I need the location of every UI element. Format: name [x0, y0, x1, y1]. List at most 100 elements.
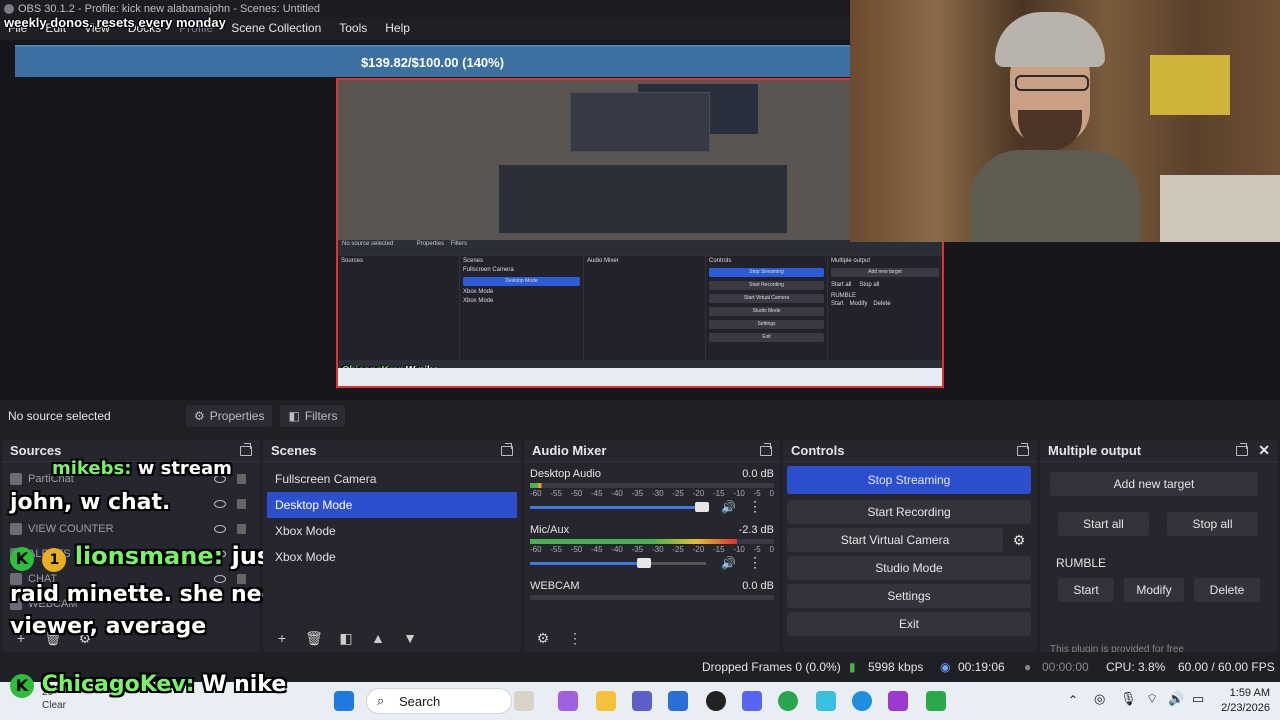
wifi-icon[interactable]: ⌔ — [1146, 691, 1158, 707]
properties-button[interactable]: ⚙ Properties — [186, 405, 273, 427]
mixer-menu-icon[interactable]: ⋮ — [562, 628, 588, 648]
discord-icon[interactable] — [742, 691, 762, 711]
scale-tick: -40 — [611, 489, 623, 498]
chat-user-name: lionsmane: — [74, 542, 224, 570]
edge-icon[interactable] — [852, 691, 872, 711]
add-new-target-button[interactable]: Add new target — [1050, 472, 1258, 496]
meter-scale: -60 -55 -50 -45 -40 -35 -30 -25 -20 -15 -10 -5 0 — [530, 545, 774, 554]
volume-meter-fill — [530, 539, 738, 544]
channel-menu-icon[interactable]: ⋮ — [748, 554, 762, 571]
fader-knob[interactable] — [637, 558, 652, 568]
obs-app-icon — [4, 4, 14, 14]
scale-tick: -60 — [530, 489, 542, 498]
file-explorer-icon[interactable] — [596, 691, 616, 711]
menu-tools[interactable]: Tools — [339, 21, 367, 40]
obs-taskbar-icon[interactable] — [706, 691, 726, 711]
move-down-icon[interactable]: ▼ — [397, 628, 423, 648]
channel-name: WEBCAM — [530, 580, 580, 592]
close-icon[interactable]: ✕ — [1258, 442, 1270, 459]
multiple-output-header: Multiple output ✕ — [1040, 440, 1278, 462]
scene-item[interactable]: Fullscreen Camera — [267, 466, 517, 492]
network-icon[interactable]: ◎ — [1094, 691, 1105, 707]
filter-icon: ◧ — [288, 409, 300, 423]
meter-scale: -60 -55 -50 -45 -40 -35 -30 -25 -20 -15 -10 -5 0 — [530, 489, 774, 498]
scenes-list[interactable]: Fullscreen Camera Desktop Mode Xbox Mode… — [263, 462, 521, 574]
filters-label: Filters — [304, 409, 338, 423]
nested-ctrl-button: Start Virtual Camera — [709, 294, 824, 303]
app-icon-4[interactable] — [926, 691, 946, 711]
volume-fader[interactable]: 🔊 ⋮ — [530, 498, 774, 515]
scene-item-active[interactable]: Desktop Mode — [267, 492, 517, 518]
scenes-dock-header: Scenes — [263, 440, 521, 462]
microphone-icon[interactable]: 🎙 — [1120, 691, 1137, 707]
volume-icon[interactable]: 🔊 — [1168, 691, 1184, 707]
speaker-icon[interactable]: 🔊 — [721, 556, 736, 570]
stop-all-button[interactable]: Stop all — [1167, 512, 1258, 536]
nested-scene-item: Xbox Mode — [463, 289, 494, 295]
app-icon-3[interactable] — [888, 691, 908, 711]
stop-streaming-button[interactable]: Stop Streaming — [787, 466, 1031, 494]
person-shirt — [970, 150, 1140, 242]
lock-icon[interactable] — [237, 523, 246, 534]
start-recording-button[interactable]: Start Recording — [787, 500, 1031, 524]
lock-icon[interactable] — [237, 498, 246, 509]
store-icon[interactable] — [668, 691, 688, 711]
undock-icon[interactable] — [501, 442, 513, 456]
chat-user-name: mikebs: — [52, 458, 132, 479]
settings-button[interactable]: Settings — [787, 584, 1031, 608]
add-scene-icon[interactable]: + — [269, 628, 295, 648]
volume-fader[interactable]: 🔊 ⋮ — [530, 554, 774, 571]
visibility-icon[interactable] — [214, 499, 226, 508]
copilot-icon[interactable] — [558, 691, 578, 711]
scale-tick: -55 — [550, 545, 562, 554]
scenes-title: Scenes — [271, 443, 317, 458]
menu-scene-collection[interactable]: Scene Collection — [231, 21, 321, 40]
source-item[interactable]: VIEW COUNTER — [10, 516, 252, 541]
app-icon-2[interactable] — [816, 691, 836, 711]
lock-icon[interactable] — [237, 473, 246, 484]
window-title: OBS 30.1.2 - Profile: kick new alabamajo… — [18, 3, 321, 15]
scale-tick: -45 — [590, 489, 603, 498]
channel-menu-icon[interactable]: ⋮ — [748, 498, 762, 515]
nested-mo-button: Add new target — [831, 268, 939, 277]
channel-name: Desktop Audio — [530, 468, 601, 480]
teams-icon[interactable] — [632, 691, 652, 711]
app-icon[interactable] — [514, 691, 534, 711]
nested-mo-label: RUMBLE — [831, 293, 857, 299]
start-menu-icon[interactable] — [334, 691, 354, 711]
chevron-up-icon[interactable]: ⌃ — [1068, 693, 1078, 707]
scale-tick: -35 — [631, 545, 644, 554]
gear-icon[interactable]: ⚙ — [1007, 532, 1031, 549]
taskbar-search[interactable]: ⌕ Search — [366, 688, 512, 714]
clock-time: 1:59 AM — [1229, 687, 1270, 699]
menu-help[interactable]: Help — [385, 21, 410, 40]
target-delete-button[interactable]: Delete — [1194, 578, 1260, 602]
source-type-icon — [10, 522, 22, 535]
target-start-button[interactable]: Start — [1058, 578, 1114, 602]
scene-filter-icon[interactable]: ◧ — [333, 628, 359, 648]
filters-button[interactable]: ◧ Filters — [280, 405, 346, 427]
start-all-button[interactable]: Start all — [1058, 512, 1149, 536]
studio-mode-button[interactable]: Studio Mode — [787, 556, 1031, 580]
taskbar-clock[interactable]: 1:59 AM 2/23/2026 — [1221, 686, 1270, 716]
remove-scene-icon[interactable]: 🗑 — [301, 628, 327, 648]
speaker-icon[interactable]: 🔊 — [721, 500, 736, 514]
dropped-frames: Dropped Frames 0 (0.0%) — [702, 660, 841, 674]
target-modify-button[interactable]: Modify — [1124, 578, 1184, 602]
undock-icon[interactable] — [1236, 442, 1249, 456]
undock-icon[interactable] — [760, 442, 772, 456]
chrome-icon[interactable] — [778, 691, 798, 711]
visibility-icon[interactable] — [214, 524, 226, 533]
undock-icon[interactable] — [1017, 442, 1029, 456]
nested-properties: Properties — [416, 241, 445, 247]
chat-line-1: mikebs: w stream — [52, 458, 232, 479]
scene-item[interactable]: Xbox Mode — [267, 544, 517, 570]
scene-item[interactable]: Xbox Mode — [267, 518, 517, 544]
undock-icon[interactable] — [240, 442, 252, 456]
move-up-icon[interactable]: ▲ — [365, 628, 391, 648]
exit-button[interactable]: Exit — [787, 612, 1031, 636]
mixer-settings-icon[interactable]: ⚙ — [530, 628, 556, 648]
fader-knob[interactable] — [695, 502, 710, 512]
start-virtual-camera-button[interactable]: Start Virtual Camera — [787, 528, 1003, 552]
battery-icon[interactable]: ▭ — [1192, 691, 1204, 707]
